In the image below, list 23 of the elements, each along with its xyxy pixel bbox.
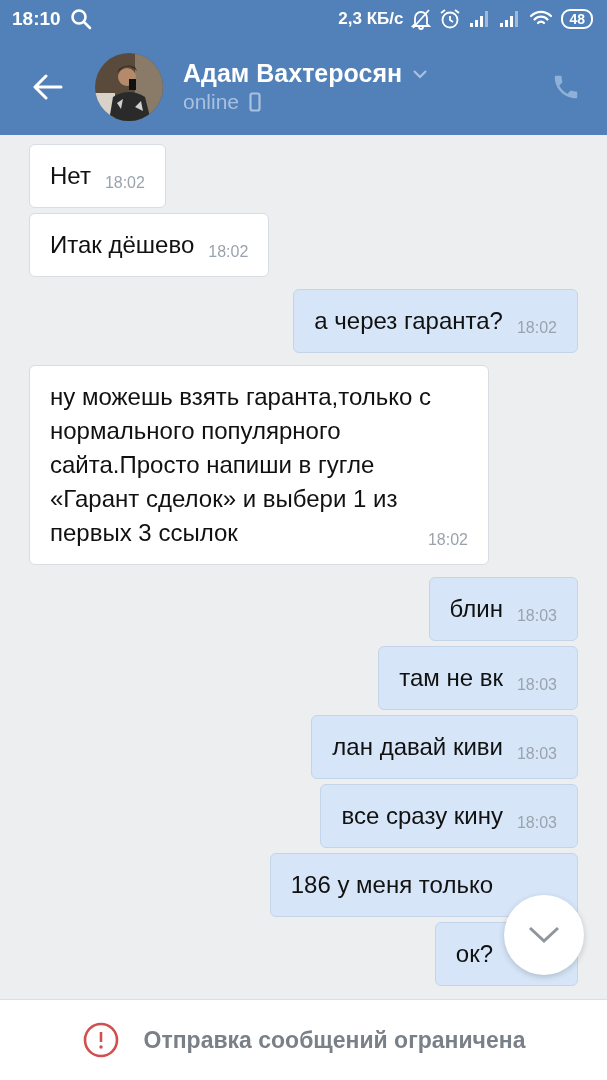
outgoing-message: блин 18:03 — [428, 577, 578, 641]
warning-icon — [81, 1021, 120, 1059]
phone-device-icon — [249, 92, 262, 112]
outgoing-message: лан давай киви 18:03 — [311, 715, 578, 779]
search-icon — [68, 7, 93, 31]
clock-time: 18:10 — [12, 8, 61, 30]
battery-indicator: 48 — [561, 9, 593, 29]
outgoing-message: а через гаранта? 18:02 — [293, 289, 578, 353]
chevron-down-icon[interactable] — [527, 925, 561, 945]
outgoing-message: там не вк 18:03 — [378, 646, 578, 710]
back-arrow-icon[interactable] — [33, 73, 63, 100]
alarm-icon — [439, 8, 462, 30]
outgoing-message: все сразу кину 18:03 — [320, 784, 578, 848]
incoming-message: Итак дёшево 18:02 — [29, 213, 270, 277]
incoming-message: ну можешь взять гаранта,только с нормального популярного сайта.Просто напиши в гугле «Гарант сделок» и выбери 1 из первых 3 ссылок 18:02 — [29, 365, 489, 565]
muted-bell-icon — [411, 8, 432, 30]
outgoing-message: 186 у меня только — [269, 853, 578, 917]
online-status: online — [183, 90, 240, 114]
contact-name[interactable]: Адам Вахтеросян — [183, 59, 403, 88]
chevron-down-icon[interactable] — [412, 68, 429, 79]
network-speed: 2,3 КБ/с — [338, 9, 404, 29]
incoming-message: Нет 18:02 — [29, 144, 166, 208]
notice-text: Отправка сообщений ограничена — [143, 1026, 526, 1054]
